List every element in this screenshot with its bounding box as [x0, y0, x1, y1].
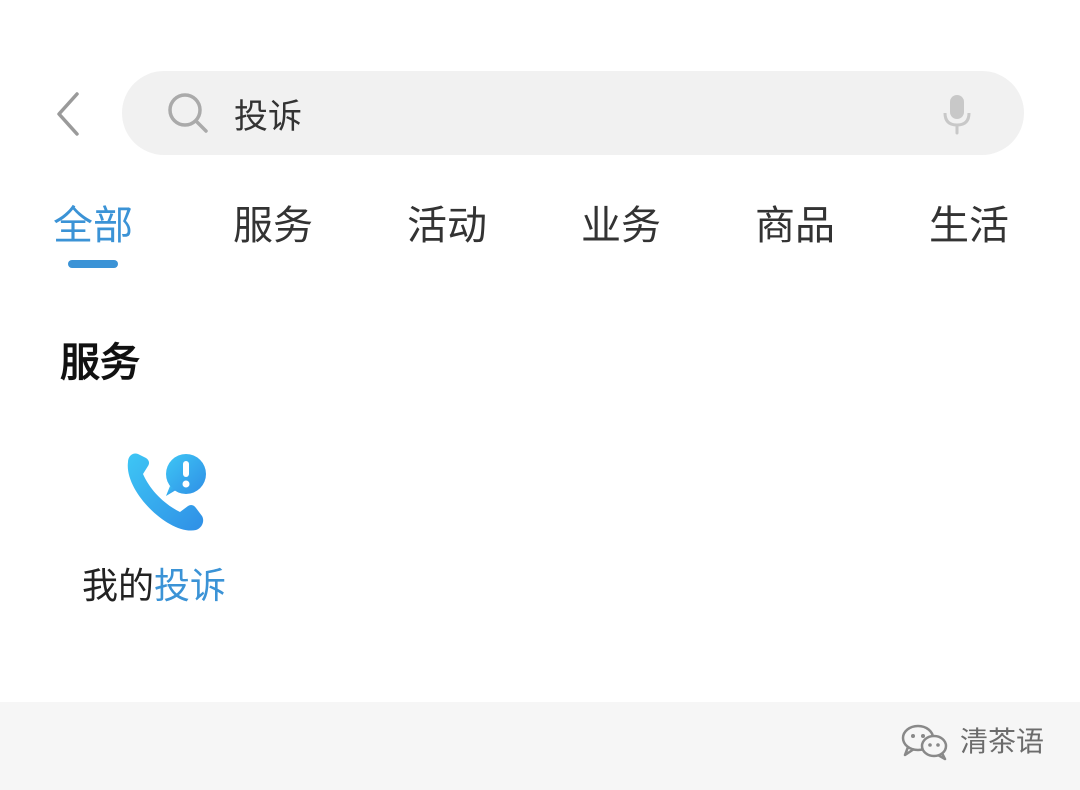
tab-life[interactable]: 生活 — [909, 198, 1029, 254]
search-icon — [168, 93, 208, 133]
tab-business[interactable]: 业务 — [561, 198, 681, 254]
footer-bar: 清茶语 — [0, 702, 1080, 790]
service-item-label: 我的投诉 — [82, 562, 226, 612]
tab-products[interactable]: 商品 — [735, 198, 855, 254]
search-results-page: 全部 服务 活动 业务 商品 生活 服务 我的投诉 — [0, 0, 1080, 790]
tab-services[interactable]: 服务 — [213, 198, 333, 254]
watermark-text: 清茶语 — [959, 725, 1044, 758]
tab-activities[interactable]: 活动 — [387, 198, 507, 254]
wechat-icon — [901, 724, 948, 761]
category-tabs: 全部 服务 活动 业务 商品 生活 — [0, 190, 1080, 280]
phone-alert-icon — [127, 453, 206, 531]
label-prefix: 我的 — [82, 566, 155, 607]
back-button[interactable] — [48, 86, 88, 142]
chevron-left-icon — [57, 92, 79, 136]
label-highlight: 投诉 — [154, 566, 227, 607]
search-bar[interactable] — [122, 71, 1024, 155]
section-title: 服务 — [60, 340, 140, 386]
active-tab-indicator — [68, 260, 118, 268]
watermark: 清茶语 — [900, 722, 1044, 762]
search-input[interactable] — [234, 85, 834, 141]
microphone-icon[interactable] — [942, 93, 972, 135]
service-item-my-complaints[interactable]: 我的投诉 — [72, 440, 262, 620]
tab-all[interactable]: 全部 — [33, 198, 153, 254]
